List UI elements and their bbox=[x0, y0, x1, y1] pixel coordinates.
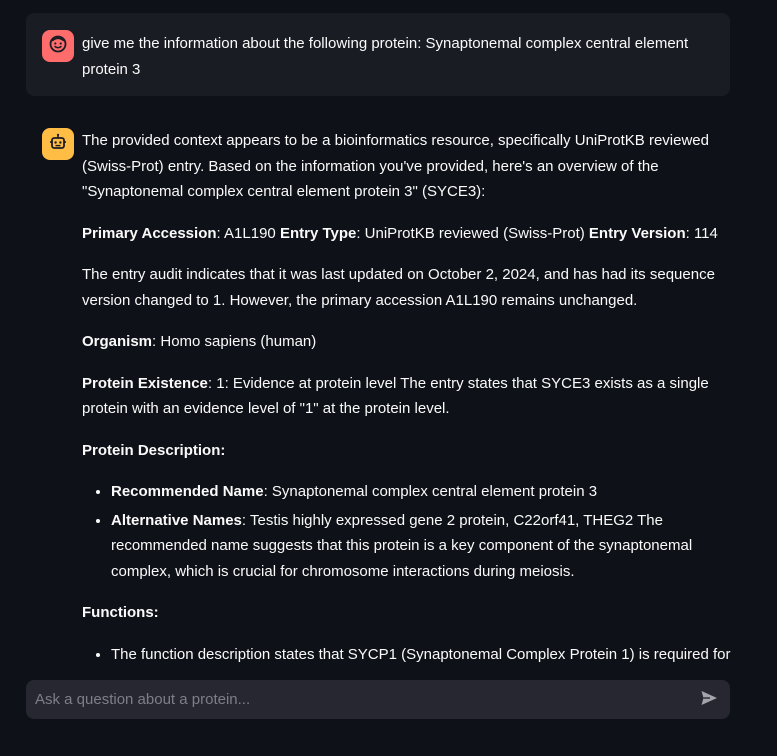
assistant-message: The provided context appears to be a bio… bbox=[82, 128, 732, 683]
entry-type-value: : UniProtKB reviewed (Swiss-Prot) bbox=[356, 224, 589, 242]
user-avatar bbox=[42, 30, 74, 62]
description-list: Recommended Name: Synaptonemal complex c… bbox=[82, 479, 732, 584]
organism-line: Organism: Homo sapiens (human) bbox=[82, 329, 732, 355]
assistant-intro: The provided context appears to be a bio… bbox=[82, 132, 709, 200]
function-description: The function description states that SYC… bbox=[111, 645, 731, 663]
assistant-avatar bbox=[42, 128, 74, 160]
description-heading: Protein Description: bbox=[82, 441, 226, 459]
accession-line: Primary Accession: A1L190 Entry Type: Un… bbox=[82, 221, 732, 247]
send-icon bbox=[700, 689, 718, 712]
robot-icon bbox=[48, 132, 68, 157]
list-item: Recommended Name: Synaptonemal complex c… bbox=[111, 479, 732, 505]
recommended-name-label: Recommended Name bbox=[111, 483, 264, 500]
accession-value: : A1L190 bbox=[216, 224, 280, 242]
send-button[interactable] bbox=[698, 689, 720, 711]
recommended-name-value: : Synaptonemal complex central element p… bbox=[263, 483, 598, 500]
entry-type-label: Entry Type bbox=[279, 224, 357, 242]
list-item: Alternative Names: Testis highly express… bbox=[111, 508, 732, 585]
existence-label: Protein Existence bbox=[82, 374, 208, 392]
functions-list: The function description states that SYC… bbox=[82, 642, 732, 668]
user-message-text: give me the information about the follow… bbox=[82, 35, 689, 78]
existence-line: Protein Existence: 1: Evidence at protei… bbox=[82, 371, 732, 422]
chat-app: give me the information about the follow… bbox=[0, 0, 777, 756]
organism-label: Organism bbox=[82, 333, 153, 350]
list-item: The function description states that SYC… bbox=[111, 642, 732, 668]
alternative-names-label: Alternative Names bbox=[111, 511, 242, 529]
chat-input[interactable] bbox=[26, 680, 686, 719]
face-icon bbox=[48, 34, 68, 59]
audit-paragraph: The entry audit indicates that it was la… bbox=[82, 266, 715, 309]
organism-value: : Homo sapiens (human) bbox=[152, 333, 317, 350]
chat-input-container bbox=[26, 680, 730, 719]
functions-heading: Functions: bbox=[82, 604, 159, 621]
entry-version-label: Entry Version bbox=[588, 224, 686, 242]
accession-label: Primary Accession bbox=[82, 224, 217, 242]
entry-version-value: : 114 bbox=[685, 224, 718, 242]
user-message: give me the information about the follow… bbox=[26, 13, 730, 96]
